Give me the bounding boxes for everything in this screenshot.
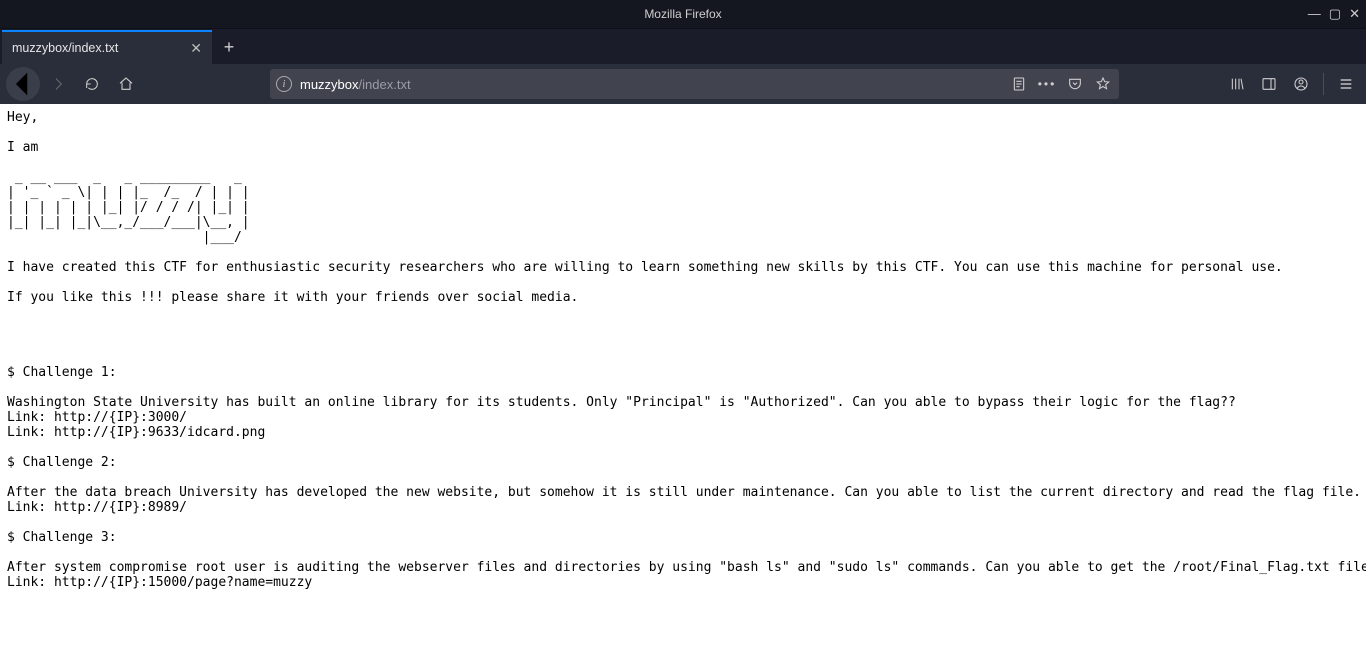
reload-button[interactable] [76, 68, 108, 100]
close-icon[interactable]: ✕ [1349, 6, 1360, 22]
sidebar-icon[interactable] [1255, 70, 1283, 98]
reader-mode-icon[interactable] [1009, 74, 1029, 94]
maximize-icon[interactable]: ▢ [1329, 6, 1341, 22]
profile-icon[interactable] [1287, 70, 1315, 98]
reload-icon [84, 76, 100, 92]
library-icon[interactable] [1223, 70, 1251, 98]
toolbar-separator [1323, 73, 1324, 95]
window-title: Mozilla Firefox [644, 7, 721, 21]
site-info-icon[interactable]: i [276, 76, 292, 92]
url-text: muzzybox/index.txt [300, 77, 1001, 92]
forward-button[interactable] [42, 68, 74, 100]
bookmark-star-icon[interactable] [1093, 74, 1113, 94]
url-host: muzzybox [300, 77, 359, 92]
page-content: Hey, I am _ __ ___ _ _ _________ _ | '_ … [0, 104, 1366, 667]
pocket-icon[interactable] [1065, 74, 1085, 94]
nav-toolbar: i muzzybox/index.txt ••• [0, 64, 1366, 104]
toolbar-right [1223, 70, 1360, 98]
url-bar[interactable]: i muzzybox/index.txt ••• [270, 69, 1119, 99]
home-icon [118, 76, 134, 92]
back-button[interactable] [6, 67, 40, 101]
arrow-right-icon [50, 76, 66, 92]
urlbar-right: ••• [1009, 74, 1113, 94]
tab-close-icon[interactable]: ✕ [190, 41, 202, 55]
tab-bar: muzzybox/index.txt ✕ + [0, 28, 1366, 64]
more-icon[interactable]: ••• [1037, 74, 1057, 94]
window-controls: — ▢ ✕ [1308, 6, 1360, 22]
browser-tab[interactable]: muzzybox/index.txt ✕ [2, 30, 212, 64]
new-tab-button[interactable]: + [212, 30, 246, 64]
home-button[interactable] [110, 68, 142, 100]
minimize-icon[interactable]: — [1308, 6, 1321, 22]
arrow-left-icon [6, 67, 40, 101]
menu-button[interactable] [1332, 70, 1360, 98]
tab-title: muzzybox/index.txt [12, 41, 182, 55]
window-titlebar: Mozilla Firefox — ▢ ✕ [0, 0, 1366, 28]
url-path: /index.txt [359, 77, 411, 92]
